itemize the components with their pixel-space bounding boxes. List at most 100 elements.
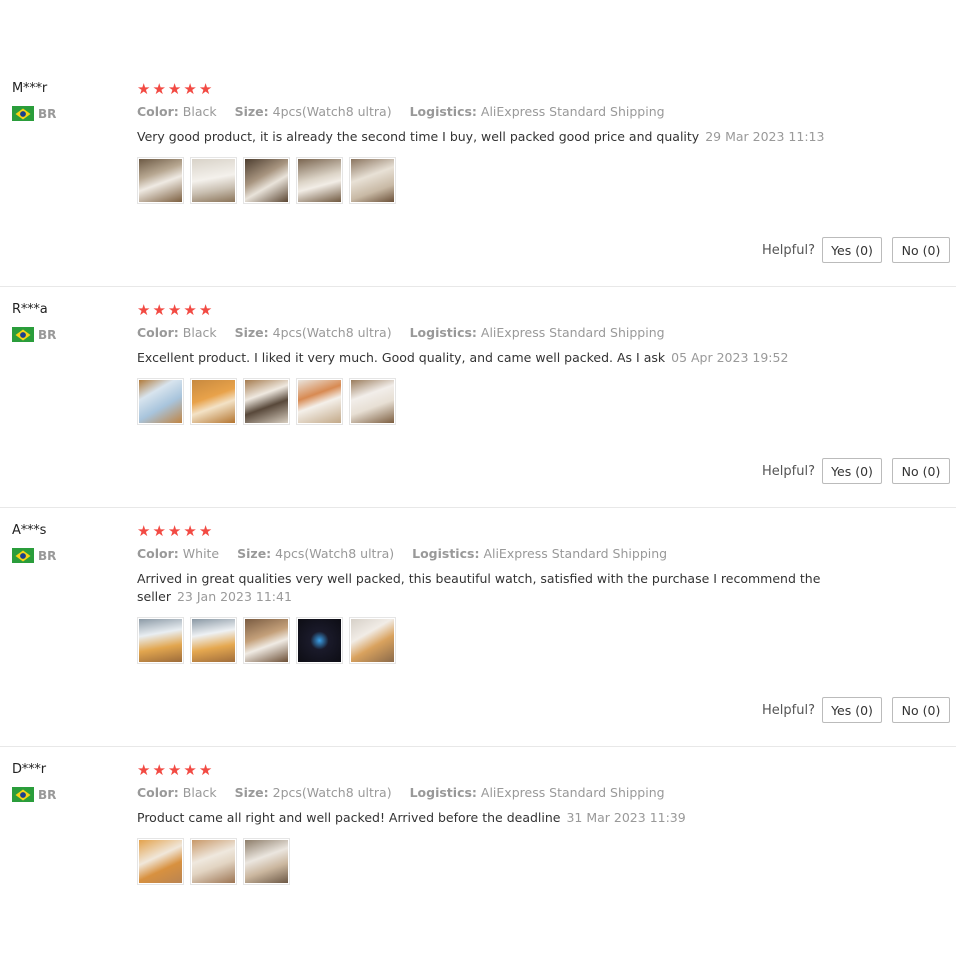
review-text: Very good product, it is already the sec… [137, 128, 857, 146]
sku-attributes: Color: Black Size: 2pcs(Watch8 ultra) Lo… [137, 785, 679, 800]
size-value: 4pcs(Watch8 ultra) [272, 104, 392, 119]
reviewer-country: BR [12, 106, 56, 121]
size-label: Size: [234, 785, 269, 800]
review-photo[interactable] [137, 157, 184, 204]
size-label: Size: [237, 546, 272, 561]
brazil-flag-icon [12, 106, 34, 121]
star-icon: ★ [137, 301, 151, 319]
star-rating: ★ ★ ★ ★ ★ [137, 81, 212, 97]
country-code: BR [38, 787, 57, 802]
helpful-no-button[interactable]: No (0) [892, 237, 950, 263]
review-divider [0, 746, 956, 747]
helpful-yes-button[interactable]: Yes (0) [822, 697, 882, 723]
logistics-value: AliExpress Standard Shipping [480, 785, 665, 800]
star-icon: ★ [167, 301, 182, 319]
review-photo[interactable] [190, 157, 237, 204]
review-photo[interactable] [243, 617, 290, 664]
star-icon: ★ [152, 761, 166, 779]
size-label: Size: [234, 104, 269, 119]
helpful-label: Helpful? [762, 464, 815, 479]
star-icon: ★ [152, 522, 166, 540]
review-photo[interactable] [349, 157, 396, 204]
review-photo[interactable] [137, 617, 184, 664]
size-value: 4pcs(Watch8 ultra) [275, 546, 395, 561]
review-photo[interactable] [243, 157, 290, 204]
size-value: 2pcs(Watch8 ultra) [272, 785, 392, 800]
brazil-flag-icon [12, 787, 34, 802]
review-date: 05 Apr 2023 19:52 [671, 350, 789, 365]
review-text: Excellent product. I liked it very much.… [137, 349, 857, 367]
color-value: Black [182, 325, 217, 340]
review-body: Very good product, it is already the sec… [137, 129, 700, 144]
review-date: 31 Mar 2023 11:39 [566, 810, 686, 825]
review-body: Excellent product. I liked it very much.… [137, 350, 666, 365]
star-icon: ★ [137, 761, 151, 779]
review-photo[interactable] [137, 838, 184, 885]
star-rating: ★ ★ ★ ★ ★ [137, 762, 212, 778]
review-date: 23 Jan 2023 11:41 [176, 589, 292, 604]
reviewer-country: BR [12, 787, 56, 802]
review-photo[interactable] [137, 378, 184, 425]
review-divider [0, 286, 956, 287]
star-icon: ★ [167, 80, 182, 98]
review-photo[interactable] [190, 378, 237, 425]
review-text: Arrived in great qualities very well pac… [137, 570, 857, 606]
review-photo[interactable] [349, 617, 396, 664]
logistics-value: AliExpress Standard Shipping [483, 546, 668, 561]
sku-attributes: Color: Black Size: 4pcs(Watch8 ultra) Lo… [137, 104, 679, 119]
country-code: BR [38, 106, 57, 121]
color-value: Black [182, 785, 217, 800]
reviewer-name: M***r [12, 81, 48, 96]
color-label: Color: [137, 325, 179, 340]
sku-attributes: Color: Black Size: 4pcs(Watch8 ultra) Lo… [137, 325, 679, 340]
color-value: Black [182, 104, 217, 119]
color-label: Color: [137, 104, 179, 119]
review-photo[interactable] [296, 378, 343, 425]
review-divider [0, 507, 956, 508]
review-photo[interactable] [296, 157, 343, 204]
star-icon: ★ [137, 522, 151, 540]
logistics-value: AliExpress Standard Shipping [480, 104, 665, 119]
review-photo[interactable] [190, 617, 237, 664]
size-label: Size: [234, 325, 269, 340]
helpful-no-button[interactable]: No (0) [892, 458, 950, 484]
color-label: Color: [137, 546, 179, 561]
review-photo[interactable] [243, 378, 290, 425]
review-photo[interactable] [243, 838, 290, 885]
helpful-no-button[interactable]: No (0) [892, 697, 950, 723]
review-photo[interactable] [349, 378, 396, 425]
review-photos [137, 157, 396, 204]
review-photo[interactable] [190, 838, 237, 885]
star-icon: ★ [198, 80, 213, 98]
star-icon: ★ [183, 761, 197, 779]
sku-attributes: Color: White Size: 4pcs(Watch8 ultra) Lo… [137, 546, 681, 561]
review-body: Product came all right and well packed! … [137, 810, 561, 825]
country-code: BR [38, 327, 57, 342]
country-code: BR [38, 548, 57, 563]
reviewer-country: BR [12, 548, 56, 563]
logistics-label: Logistics: [409, 325, 477, 340]
logistics-label: Logistics: [412, 546, 480, 561]
logistics-value: AliExpress Standard Shipping [480, 325, 665, 340]
star-icon: ★ [167, 761, 182, 779]
star-icon: ★ [198, 761, 213, 779]
reviewer-name: D***r [12, 762, 46, 777]
star-icon: ★ [183, 80, 197, 98]
star-icon: ★ [152, 301, 166, 319]
logistics-label: Logistics: [409, 785, 477, 800]
review-photos [137, 617, 396, 664]
brazil-flag-icon [12, 548, 34, 563]
logistics-label: Logistics: [409, 104, 477, 119]
helpful-yes-button[interactable]: Yes (0) [822, 237, 882, 263]
star-icon: ★ [137, 80, 151, 98]
review-photo[interactable] [296, 617, 343, 664]
review-photos [137, 378, 396, 425]
star-icon: ★ [198, 301, 213, 319]
star-rating: ★ ★ ★ ★ ★ [137, 523, 212, 539]
star-icon: ★ [167, 522, 182, 540]
helpful-label: Helpful? [762, 243, 815, 258]
review-photos [137, 838, 290, 885]
star-rating: ★ ★ ★ ★ ★ [137, 302, 212, 318]
helpful-yes-button[interactable]: Yes (0) [822, 458, 882, 484]
brazil-flag-icon [12, 327, 34, 342]
